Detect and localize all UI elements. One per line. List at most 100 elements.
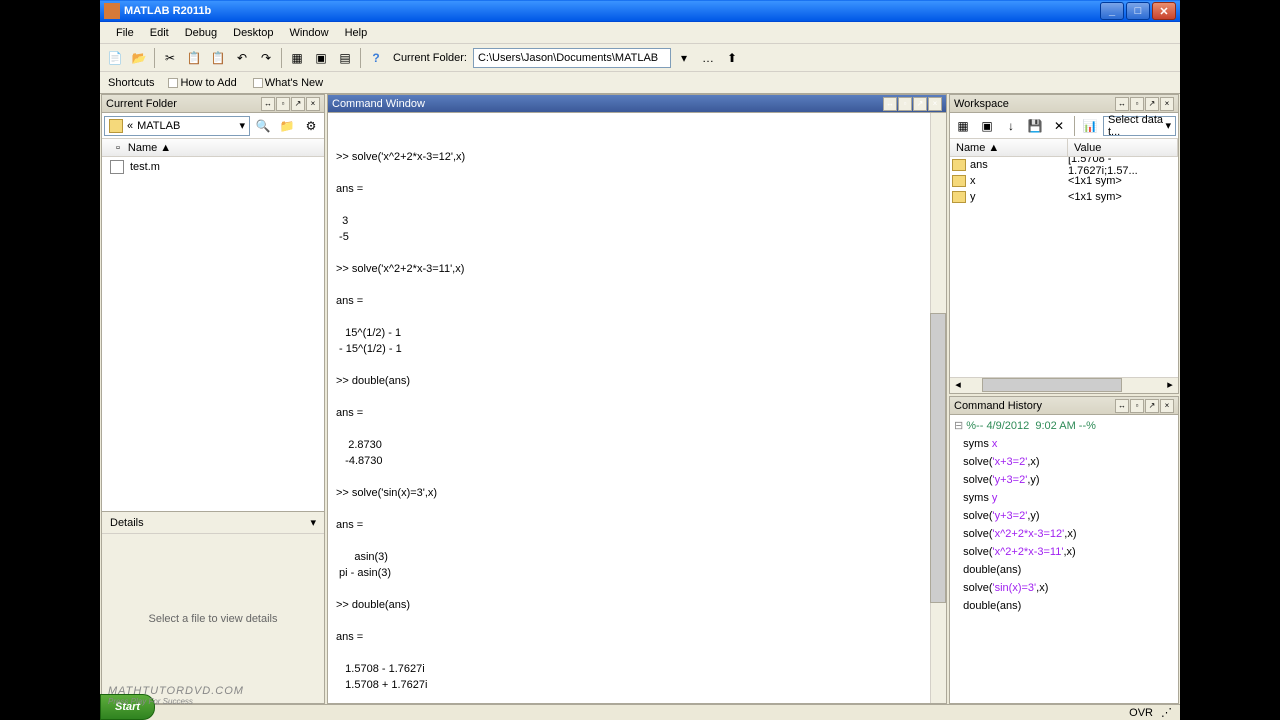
- history-body[interactable]: ⊟ %-- 4/9/2012 9:02 AM --% syms x solve(…: [950, 415, 1178, 703]
- cmd-line: >> double(ans): [336, 597, 938, 613]
- current-folder-input[interactable]: [473, 48, 671, 68]
- shortcut-whats-new[interactable]: What's New: [247, 75, 329, 91]
- workspace-row[interactable]: ans[1.5708 - 1.7627i;1.57...: [950, 157, 1178, 173]
- menu-help[interactable]: Help: [337, 25, 376, 41]
- history-item[interactable]: solve('x^2+2*x-3=11',x): [954, 543, 1174, 561]
- close-pane-icon[interactable]: ×: [928, 97, 942, 111]
- history-item[interactable]: syms y: [954, 489, 1174, 507]
- pane-title: Current Folder ↔ ▫ ↗ ×: [102, 95, 324, 113]
- history-item[interactable]: solve('x+3=2',x): [954, 453, 1174, 471]
- maximize-button[interactable]: □: [1126, 2, 1150, 20]
- history-item[interactable]: solve('y+3=2',y): [954, 507, 1174, 525]
- workspace-row[interactable]: y<1x1 sym>: [950, 189, 1178, 205]
- cmd-line: pi - asin(3): [336, 565, 938, 581]
- delete-icon[interactable]: ✕: [1048, 115, 1070, 137]
- menu-file[interactable]: File: [108, 25, 142, 41]
- maximize-pane-icon[interactable]: ↗: [291, 97, 305, 111]
- file-list-header[interactable]: ▫ Name ▲: [102, 139, 324, 157]
- minimize-pane-icon[interactable]: ▫: [1130, 97, 1144, 111]
- scrollbar-thumb[interactable]: [982, 378, 1122, 392]
- workspace-row[interactable]: x<1x1 sym>: [950, 173, 1178, 189]
- separator: [154, 48, 155, 68]
- history-item[interactable]: solve('y+3=2',y): [954, 471, 1174, 489]
- guide-icon[interactable]: ▣: [310, 47, 332, 69]
- dock-icon[interactable]: ↔: [883, 97, 897, 111]
- minimize-pane-icon[interactable]: ▫: [1130, 399, 1144, 413]
- profiler-icon[interactable]: ▤: [334, 47, 356, 69]
- plot-selector[interactable]: Select data t... ▾: [1103, 116, 1176, 136]
- scrollbar-thumb[interactable]: [930, 313, 946, 603]
- menu-window[interactable]: Window: [281, 25, 336, 41]
- cmd-line: ans =: [336, 293, 938, 309]
- plot-icon[interactable]: 📊: [1079, 115, 1101, 137]
- menu-desktop[interactable]: Desktop: [225, 25, 281, 41]
- search-icon[interactable]: 🔍: [252, 115, 274, 137]
- history-date[interactable]: ⊟ %-- 4/9/2012 9:02 AM --%: [954, 417, 1174, 435]
- menubar: File Edit Debug Desktop Window Help: [100, 22, 1180, 44]
- copy-icon[interactable]: 📋: [183, 47, 205, 69]
- up-folder-icon[interactable]: ⬆: [721, 47, 743, 69]
- cmd-line: ans =: [336, 629, 938, 645]
- app-window: MATLAB R2011b _ □ ✕ File Edit Debug Desk…: [100, 0, 1180, 720]
- close-pane-icon[interactable]: ×: [1160, 399, 1174, 413]
- save-icon[interactable]: 💾: [1024, 115, 1046, 137]
- cmd-line: [336, 245, 938, 261]
- shortcut-icon: [168, 78, 178, 88]
- folder-icon[interactable]: 📁: [276, 115, 298, 137]
- cmd-line: [336, 613, 938, 629]
- maximize-pane-icon[interactable]: ↗: [1145, 399, 1159, 413]
- history-item[interactable]: double(ans): [954, 597, 1174, 615]
- start-button[interactable]: Start: [100, 694, 155, 720]
- menu-debug[interactable]: Debug: [177, 25, 225, 41]
- open-var-icon[interactable]: ▣: [976, 115, 998, 137]
- cut-icon[interactable]: ✂: [159, 47, 181, 69]
- folder-path[interactable]: « MATLAB ▾: [104, 116, 250, 136]
- cmd-line: [336, 533, 938, 549]
- help-icon[interactable]: ?: [365, 47, 387, 69]
- browse-icon[interactable]: …: [697, 47, 719, 69]
- file-item[interactable]: test.m: [102, 159, 324, 175]
- resize-grip-icon[interactable]: ⋰: [1161, 706, 1172, 719]
- shortcut-how-to-add[interactable]: How to Add: [162, 75, 242, 91]
- workspace-pane: Workspace ↔ ▫ ↗ × ▦ ▣ ↓ 💾 ✕ 📊: [949, 94, 1179, 394]
- scroll-right-icon[interactable]: ▸: [1162, 378, 1178, 393]
- maximize-pane-icon[interactable]: ↗: [913, 97, 927, 111]
- details-header[interactable]: Details ▾: [102, 511, 324, 533]
- minimize-pane-icon[interactable]: ▫: [898, 97, 912, 111]
- minimize-button[interactable]: _: [1100, 2, 1124, 20]
- history-item[interactable]: syms x: [954, 435, 1174, 453]
- dock-icon[interactable]: ↔: [261, 97, 275, 111]
- history-item[interactable]: double(ans): [954, 561, 1174, 579]
- scroll-left-icon[interactable]: ◂: [950, 378, 966, 393]
- paste-icon[interactable]: 📋: [207, 47, 229, 69]
- undo-icon[interactable]: ↶: [231, 47, 253, 69]
- pane-title: Command Window ↔ ▫ ↗ ×: [328, 95, 946, 113]
- chevron-down-icon[interactable]: ▾: [239, 119, 245, 132]
- scrollbar[interactable]: [930, 113, 946, 703]
- dock-icon[interactable]: ↔: [1115, 399, 1129, 413]
- minimize-pane-icon[interactable]: ▫: [276, 97, 290, 111]
- dock-icon[interactable]: ↔: [1115, 97, 1129, 111]
- close-button[interactable]: ✕: [1152, 2, 1176, 20]
- history-item[interactable]: solve('x^2+2*x-3=12',x): [954, 525, 1174, 543]
- menu-edit[interactable]: Edit: [142, 25, 177, 41]
- cmd-line: [336, 357, 938, 373]
- col-name[interactable]: Name ▲: [950, 139, 1068, 156]
- col-value[interactable]: Value: [1068, 139, 1178, 156]
- import-icon[interactable]: ↓: [1000, 115, 1022, 137]
- h-scrollbar[interactable]: ◂ ▸: [950, 377, 1178, 393]
- redo-icon[interactable]: ↷: [255, 47, 277, 69]
- simulink-icon[interactable]: ▦: [286, 47, 308, 69]
- separator: [360, 48, 361, 68]
- command-window-body[interactable]: >> solve('x^2+2*x-3=12',x) ans = 3 -5 >>…: [328, 113, 946, 703]
- current-folder-label: Current Folder:: [393, 52, 467, 64]
- new-var-icon[interactable]: ▦: [952, 115, 974, 137]
- new-file-icon[interactable]: 📄: [104, 47, 126, 69]
- maximize-pane-icon[interactable]: ↗: [1145, 97, 1159, 111]
- dropdown-icon[interactable]: ▾: [673, 47, 695, 69]
- gear-icon[interactable]: ⚙: [300, 115, 322, 137]
- close-pane-icon[interactable]: ×: [306, 97, 320, 111]
- open-file-icon[interactable]: 📂: [128, 47, 150, 69]
- close-pane-icon[interactable]: ×: [1160, 97, 1174, 111]
- history-item[interactable]: solve('sin(x)=3',x): [954, 579, 1174, 597]
